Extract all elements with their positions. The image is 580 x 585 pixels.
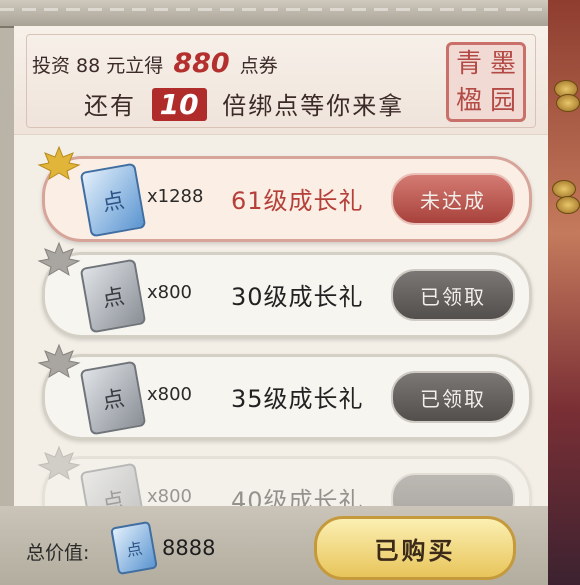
seal-char: 楹 xyxy=(455,85,482,116)
growth-fund-panel: 投资 88 元立得 880 点券 还有 10 倍绑点等你来拿 青 墨 楹 园 点… xyxy=(14,26,548,506)
reward-quantity: x1288 xyxy=(147,186,204,207)
claimed-button[interactable]: 已领取 xyxy=(391,371,515,423)
seal-stamp-logo: 青 墨 楹 园 xyxy=(446,42,526,122)
seal-char: 青 xyxy=(455,48,482,79)
promo-line-1-suffix: 点券 xyxy=(239,55,278,77)
reward-title: 30级成长礼 xyxy=(231,283,364,311)
point-ticket-icon: 点 xyxy=(79,462,147,506)
seal-char: 墨 xyxy=(489,48,516,79)
point-ticket-icon: 点 xyxy=(79,162,147,238)
claimed-button[interactable]: 已领取 xyxy=(391,269,515,321)
reward-row-level-30: 点 x800 30级成长礼 已领取 xyxy=(37,241,532,338)
maple-leaf-icon xyxy=(37,241,81,277)
promo-line-2: 还有 10 倍绑点等你来拿 xyxy=(84,86,404,121)
scroll-rod xyxy=(0,0,560,28)
point-ticket-icon: 点 xyxy=(79,360,147,436)
claimed-button[interactable] xyxy=(391,473,515,506)
reward-title: 40级成长礼 xyxy=(231,487,364,506)
point-ticket-icon: 点 xyxy=(110,520,158,576)
promo-line-1: 投资 88 元立得 880 点券 xyxy=(32,48,278,79)
reward-quantity: x800 xyxy=(147,384,193,405)
reward-quantity: x800 xyxy=(147,486,193,506)
reward-row-level-40: 点 x800 40级成长礼 xyxy=(37,445,532,506)
promo-line-1-prefix: 投资 88 元立得 xyxy=(32,55,164,77)
not-reached-button[interactable]: 未达成 xyxy=(391,173,515,225)
reward-quantity: x800 xyxy=(147,282,193,303)
total-value-label: 总价值: xyxy=(26,542,90,564)
promo-line-2-prefix: 还有 xyxy=(84,92,136,120)
reward-title: 35级成长礼 xyxy=(231,385,364,413)
maple-leaf-icon xyxy=(37,343,81,379)
maple-leaf-icon xyxy=(37,445,81,481)
reward-title: 61级成长礼 xyxy=(231,187,364,215)
coin-icon xyxy=(556,196,580,214)
promo-multiplier: 10 xyxy=(151,88,207,121)
side-decoration xyxy=(548,0,580,585)
footer-bar: 总价值: 点 8888 已购买 xyxy=(0,506,548,585)
purchased-button[interactable]: 已购买 xyxy=(314,516,516,580)
reward-list[interactable]: 点 x1288 61级成长礼 未达成 点 x800 30级成长礼 已领取 点 x… xyxy=(14,146,548,506)
reward-row-level-35: 点 x800 35级成长礼 已领取 xyxy=(37,343,532,440)
promo-line-2-suffix: 倍绑点等你来拿 xyxy=(222,92,405,120)
total-value-amount: 8888 xyxy=(162,536,216,560)
promo-header: 投资 88 元立得 880 点券 还有 10 倍绑点等你来拿 青 墨 楹 园 xyxy=(14,26,548,135)
point-ticket-icon: 点 xyxy=(79,258,147,334)
reward-row-level-61: 点 x1288 61级成长礼 未达成 xyxy=(37,146,532,242)
seal-char: 园 xyxy=(489,85,516,116)
coin-icon xyxy=(556,94,580,112)
promo-amount: 880 xyxy=(173,48,230,79)
maple-leaf-icon xyxy=(37,146,81,181)
